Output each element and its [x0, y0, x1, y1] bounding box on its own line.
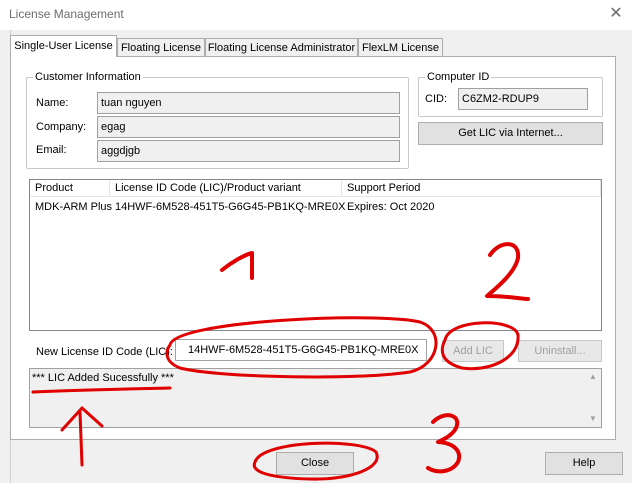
tab-flexlm-license[interactable]: FlexLM License	[358, 38, 443, 56]
window-title: License Management	[9, 7, 124, 21]
close-button[interactable]: Close	[276, 452, 354, 475]
customer-info-title: Customer Information	[33, 71, 143, 83]
company-label: Company:	[36, 121, 87, 133]
email-label: Email:	[36, 144, 67, 156]
get-lic-internet-button[interactable]: Get LIC via Internet...	[418, 122, 603, 145]
scroll-down-icon[interactable]: ▼	[585, 411, 601, 427]
table-cell-lic[interactable]: 14HWF-6M528-451T5-G6G45-PB1KQ-MRE0X	[110, 199, 345, 215]
column-header-support[interactable]: Support Period	[342, 180, 601, 197]
name-label: Name:	[36, 97, 69, 109]
column-header-lic[interactable]: License ID Code (LIC)/Product variant	[110, 180, 342, 197]
cid-field[interactable]: C6ZM2-RDUP9	[458, 88, 588, 110]
tab-single-user-license[interactable]: Single-User License	[10, 35, 117, 57]
new-lic-label: New License ID Code (LIC):	[36, 346, 173, 358]
tab-floating-license[interactable]: Floating License	[117, 38, 205, 56]
name-field[interactable]: tuan nguyen	[97, 92, 400, 114]
column-header-product[interactable]: Product	[30, 180, 110, 197]
cid-label: CID:	[425, 93, 447, 105]
uninstall-button[interactable]: Uninstall...	[518, 340, 602, 362]
add-lic-button[interactable]: Add LIC	[442, 340, 504, 362]
status-message: *** LIC Added Sucessfully ***	[32, 372, 174, 384]
help-button[interactable]: Help	[545, 452, 623, 475]
message-box: *** LIC Added Sucessfully *** ▲ ▼	[29, 368, 602, 428]
table-cell-product[interactable]: MDK-ARM Plus	[30, 199, 112, 215]
company-field[interactable]: egag	[97, 116, 400, 138]
email-field[interactable]: aggdjgb	[97, 140, 400, 162]
tab-floating-license-administrator[interactable]: Floating License Administrator	[205, 38, 358, 56]
close-icon[interactable]: ✕	[606, 4, 626, 24]
table-cell-support[interactable]: Expires: Oct 2020	[342, 199, 434, 215]
computer-id-title: Computer ID	[425, 71, 492, 83]
new-lic-input[interactable]: 14HWF-6M528-451T5-G6G45-PB1KQ-MRE0X	[175, 339, 427, 361]
scroll-up-icon[interactable]: ▲	[585, 369, 601, 385]
license-table[interactable]: Product License ID Code (LIC)/Product va…	[29, 179, 602, 331]
